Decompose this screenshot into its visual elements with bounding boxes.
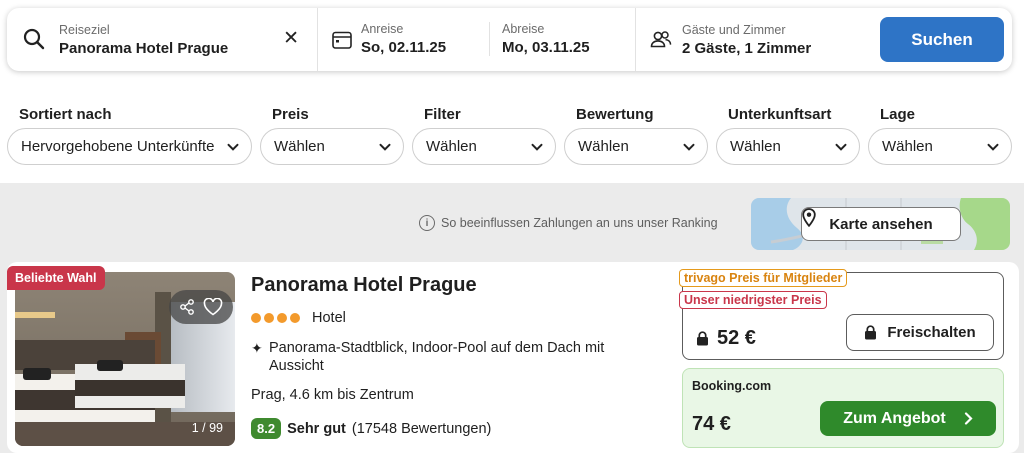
partner-name: Booking.com bbox=[692, 379, 772, 393]
rating-label: Sehr gut bbox=[287, 420, 346, 437]
view-deal-button[interactable]: Zum Angebot bbox=[820, 401, 996, 436]
star-dot-icon bbox=[277, 313, 287, 323]
unlock-label: Freischalten bbox=[887, 324, 976, 341]
photo-actions bbox=[169, 290, 233, 324]
share-icon[interactable] bbox=[179, 299, 195, 315]
checkout-label: Abreise bbox=[502, 22, 545, 36]
lock-icon bbox=[865, 325, 877, 340]
heart-icon[interactable] bbox=[203, 298, 223, 316]
star-dot-icon bbox=[264, 313, 274, 323]
date-divider bbox=[489, 22, 490, 56]
search-button[interactable]: Suchen bbox=[880, 17, 1004, 62]
date-range-field[interactable]: Anreise So, 02.11.25 Abreise Mo, 03.11.2… bbox=[318, 8, 636, 71]
rating-dropdown[interactable]: Wählen bbox=[564, 128, 708, 165]
dropdown-value: Hervorgehobene Unterkünfte bbox=[21, 138, 215, 155]
hotel-type: Hotel bbox=[312, 310, 346, 326]
location-dropdown[interactable]: Wählen bbox=[868, 128, 1012, 165]
dropdown-value: Wählen bbox=[274, 138, 325, 155]
destination-field[interactable]: Reiseziel Panorama Hotel Prague ✕ bbox=[7, 8, 318, 71]
filter-label: Unterkunftsart bbox=[728, 106, 832, 123]
view-deal-label: Zum Angebot bbox=[843, 409, 946, 427]
filter-label: Preis bbox=[272, 106, 309, 123]
guests-label: Gäste und Zimmer bbox=[682, 22, 786, 37]
chevron-right-icon bbox=[964, 412, 973, 425]
amenities-text: Panorama-Stadtblick, Indoor-Pool auf dem… bbox=[269, 340, 605, 374]
destination-label: Reiseziel bbox=[59, 22, 110, 37]
filter-sort: Sortiert nach Hervorgehobene Unterkünfte bbox=[7, 106, 252, 165]
unlock-button[interactable]: Freischalten bbox=[846, 314, 994, 351]
filter-rating: Bewertung Wählen bbox=[564, 106, 708, 165]
star-dot-icon bbox=[251, 313, 261, 323]
deal-price: 74 € bbox=[692, 413, 731, 435]
member-price-box: trivago Preis für Mitglieder Unser niedr… bbox=[679, 269, 1004, 360]
map-preview[interactable]: Karte ansehen bbox=[751, 198, 1010, 250]
photo-counter: 1 / 99 bbox=[191, 421, 223, 435]
guests-icon bbox=[650, 31, 672, 48]
hotel-amenities: ✦ Panorama-Stadtblick, Indoor-Pool auf d… bbox=[251, 339, 631, 375]
hotel-location: Prag, 4.6 km bis Zentrum bbox=[251, 387, 414, 403]
view-map-label: Karte ansehen bbox=[829, 215, 933, 233]
filter-label: Lage bbox=[880, 106, 916, 123]
sort-dropdown[interactable]: Hervorgehobene Unterkünfte bbox=[7, 128, 252, 165]
member-price-value: 52 € bbox=[717, 327, 756, 349]
filter-dropdown[interactable]: Wählen bbox=[412, 128, 556, 165]
chevron-down-icon bbox=[683, 143, 695, 151]
dropdown-value: Wählen bbox=[730, 138, 781, 155]
ranking-info-link[interactable]: i So beeinflussen Zahlungen an uns unser… bbox=[419, 215, 718, 231]
dropdown-value: Wählen bbox=[426, 138, 477, 155]
chevron-down-icon bbox=[379, 143, 391, 151]
hotel-photo[interactable]: 1 / 99 bbox=[15, 272, 235, 446]
filter-label: Bewertung bbox=[576, 106, 654, 123]
header-area: Reiseziel Panorama Hotel Prague ✕ Anreis… bbox=[0, 0, 1024, 183]
checkin-field[interactable]: Anreise So, 02.11.25 bbox=[361, 22, 446, 56]
lowest-price-tag: Unser niedrigster Preis bbox=[679, 291, 827, 309]
lock-icon bbox=[697, 331, 708, 346]
filter-label: Sortiert nach bbox=[19, 106, 112, 123]
guests-field[interactable]: Gäste und Zimmer 2 Gäste, 1 Zimmer bbox=[636, 8, 874, 71]
chevron-down-icon bbox=[987, 143, 999, 151]
filter-location: Lage Wählen bbox=[868, 106, 1012, 165]
rating-score: 8.2 bbox=[251, 418, 282, 439]
star-dot-icon bbox=[290, 313, 300, 323]
deal-box: Booking.com 74 € Zum Angebot bbox=[682, 368, 1004, 448]
info-icon: i bbox=[419, 215, 435, 231]
dropdown-value: Wählen bbox=[578, 138, 629, 155]
filter-bar: Sortiert nach Hervorgehobene Unterkünfte… bbox=[7, 106, 1017, 165]
hotel-card[interactable]: 1 / 99 Beliebte Wahl Panorama Hotel Prag… bbox=[7, 262, 1019, 453]
property-type-dropdown[interactable]: Wählen bbox=[716, 128, 860, 165]
popular-badge: Beliebte Wahl bbox=[7, 266, 105, 290]
member-price-tag: trivago Preis für Mitglieder bbox=[679, 269, 848, 287]
guests-value: 2 Gäste, 1 Zimmer bbox=[682, 39, 812, 57]
filter-filter: Filter Wählen bbox=[412, 106, 556, 165]
sparkle-icon: ✦ bbox=[251, 340, 263, 356]
checkout-field[interactable]: Abreise Mo, 03.11.25 bbox=[502, 22, 590, 56]
hotel-stars: Hotel bbox=[251, 310, 346, 326]
member-price: 52 € bbox=[696, 327, 756, 350]
filter-property-type: Unterkunftsart Wählen bbox=[716, 106, 860, 165]
checkin-value: So, 02.11.25 bbox=[361, 39, 447, 56]
hotel-rating[interactable]: 8.2 Sehr gut (17548 Bewertungen) bbox=[251, 418, 491, 439]
view-map-button[interactable]: Karte ansehen bbox=[801, 207, 961, 241]
chevron-down-icon bbox=[227, 143, 239, 151]
filter-label: Filter bbox=[424, 106, 461, 123]
search-icon bbox=[23, 28, 45, 50]
rating-count: (17548 Bewertungen) bbox=[351, 420, 492, 437]
chevron-down-icon bbox=[531, 143, 543, 151]
ranking-info-text: So beeinflussen Zahlungen an uns unser R… bbox=[441, 216, 718, 230]
destination-value: Panorama Hotel Prague bbox=[59, 39, 229, 57]
checkout-value: Mo, 03.11.25 bbox=[502, 39, 590, 56]
checkin-label: Anreise bbox=[361, 22, 404, 36]
map-pin-icon bbox=[802, 208, 816, 227]
chevron-down-icon bbox=[835, 143, 847, 151]
close-icon[interactable]: ✕ bbox=[283, 27, 299, 50]
dropdown-value: Wählen bbox=[882, 138, 933, 155]
filter-price: Preis Wählen bbox=[260, 106, 404, 165]
search-bar: Reiseziel Panorama Hotel Prague ✕ Anreis… bbox=[7, 8, 1012, 71]
calendar-icon bbox=[332, 31, 352, 49]
price-dropdown[interactable]: Wählen bbox=[260, 128, 404, 165]
hotel-name[interactable]: Panorama Hotel Prague bbox=[251, 274, 477, 297]
